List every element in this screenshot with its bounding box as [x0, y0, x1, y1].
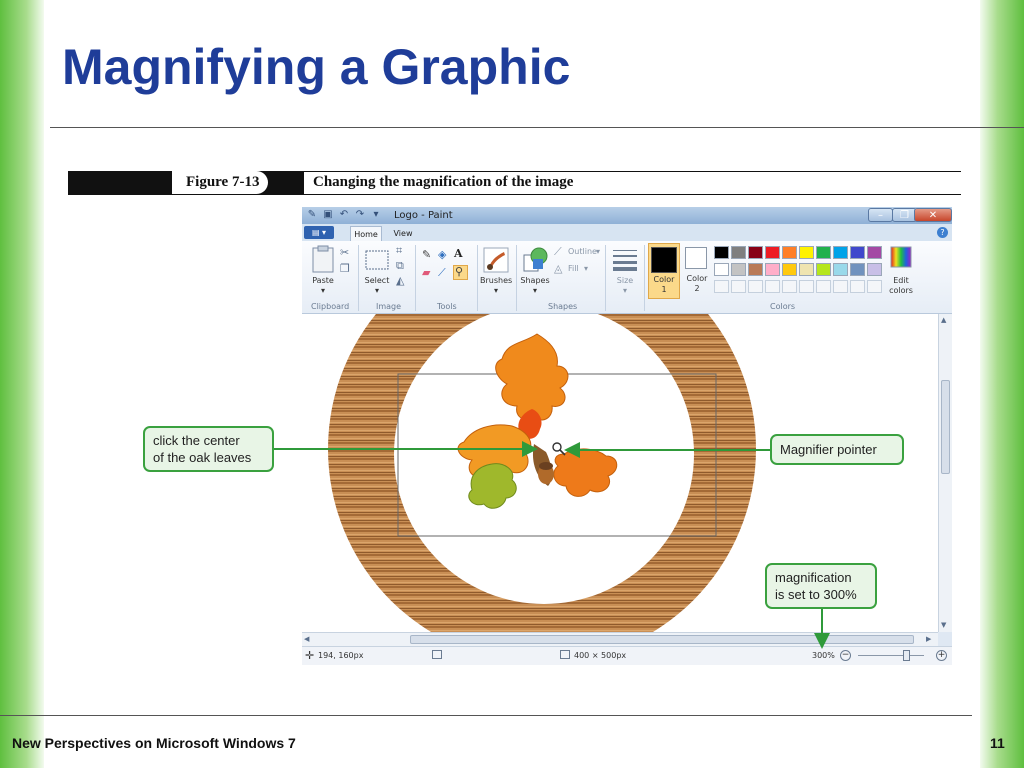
page-number: 11 — [990, 735, 1005, 751]
callout-magnification-line1: magnification — [775, 570, 852, 585]
annotation-arrows — [274, 441, 830, 649]
callout-magnification-line2: is set to 300% — [775, 587, 857, 602]
footer-divider — [0, 715, 972, 716]
callout-magnifier-pointer: Magnifier pointer — [770, 434, 904, 465]
footer-text: New Perspectives on Microsoft Windows 7 — [12, 735, 296, 751]
callout-click-center: click the center of the oak leaves — [143, 426, 274, 472]
callout-magnification: magnification is set to 300% — [765, 563, 877, 609]
callout-magnifier-pointer-text: Magnifier pointer — [780, 442, 877, 457]
callout-click-center-line2: of the oak leaves — [153, 450, 252, 465]
callout-click-center-line1: click the center — [153, 433, 240, 448]
